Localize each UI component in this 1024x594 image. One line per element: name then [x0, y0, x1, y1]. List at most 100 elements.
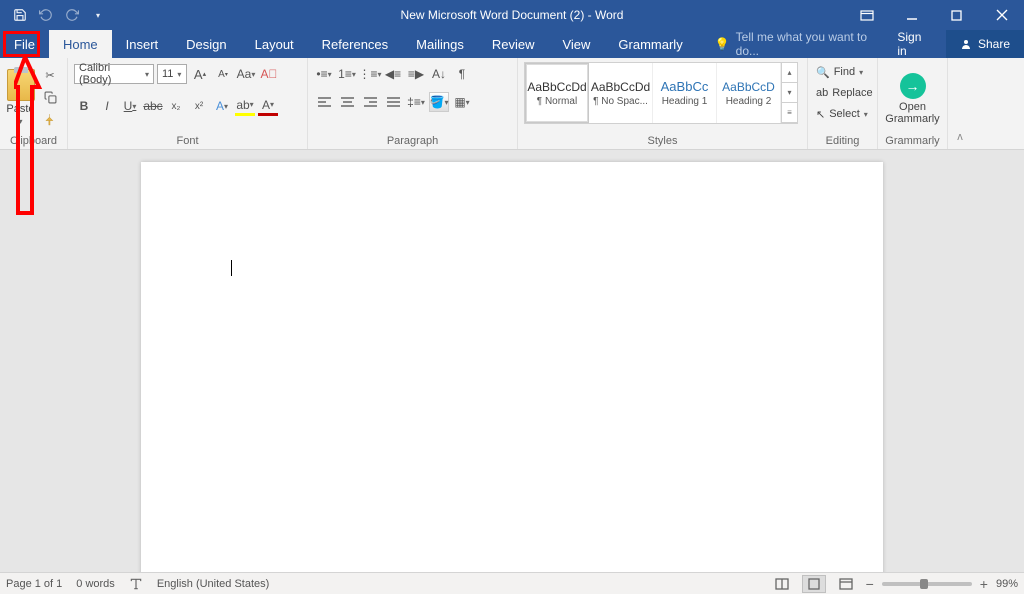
- tab-review[interactable]: Review: [478, 30, 549, 58]
- underline-button[interactable]: U▾: [120, 96, 140, 116]
- superscript-button[interactable]: x²: [189, 96, 209, 116]
- line-spacing-icon[interactable]: ‡≡▾: [406, 92, 426, 112]
- styles-group-label: Styles: [524, 133, 801, 147]
- print-layout-icon[interactable]: [802, 575, 826, 593]
- grammarly-icon: →: [900, 73, 926, 99]
- strikethrough-button[interactable]: abc: [143, 96, 163, 116]
- editing-group-label: Editing: [814, 133, 871, 147]
- group-paragraph: •≡▾ 1≡▾ ⋮≡▾ ◀≡ ≡▶ A↓ ¶ ‡≡▾ 🪣▾ ▦▾ Paragra…: [308, 58, 518, 149]
- grow-font-icon[interactable]: A▴: [190, 64, 210, 84]
- spell-check-icon[interactable]: [129, 577, 143, 591]
- document-page[interactable]: [141, 162, 883, 572]
- tab-view[interactable]: View: [548, 30, 604, 58]
- tab-design[interactable]: Design: [172, 30, 240, 58]
- sign-in-link[interactable]: Sign in: [883, 30, 946, 58]
- font-group-label: Font: [74, 133, 301, 147]
- justify-icon[interactable]: [383, 92, 403, 112]
- cut-icon[interactable]: ✂: [39, 67, 61, 85]
- save-icon[interactable]: [8, 3, 32, 27]
- zoom-out-icon[interactable]: −: [866, 576, 874, 592]
- replace-button[interactable]: abReplace: [814, 83, 871, 103]
- tab-layout[interactable]: Layout: [241, 30, 308, 58]
- copy-icon[interactable]: [39, 89, 61, 107]
- styles-gallery: AaBbCcDd ¶ Normal AaBbCcDd ¶ No Spac... …: [524, 62, 798, 124]
- chevron-down-icon: ▾: [18, 117, 22, 126]
- tab-insert[interactable]: Insert: [112, 30, 173, 58]
- minimize-icon[interactable]: [889, 0, 934, 30]
- group-clipboard: Paste ▾ ✂ Clipboard: [0, 58, 68, 149]
- share-icon: [960, 38, 972, 50]
- ribbon-display-icon[interactable]: [844, 0, 889, 30]
- select-button[interactable]: ↖Select▾: [814, 104, 871, 124]
- decrease-indent-icon[interactable]: ◀≡: [383, 64, 403, 84]
- style-no-spacing[interactable]: AaBbCcDd ¶ No Spac...: [589, 63, 653, 123]
- gallery-more-icon[interactable]: ≡: [782, 103, 797, 123]
- numbering-icon[interactable]: 1≡▾: [337, 64, 357, 84]
- zoom-level[interactable]: 99%: [996, 578, 1018, 590]
- lightbulb-icon: 💡: [715, 37, 730, 51]
- maximize-icon[interactable]: [934, 0, 979, 30]
- undo-icon[interactable]: [34, 3, 58, 27]
- paragraph-group-label: Paragraph: [314, 133, 511, 147]
- qat-dropdown-icon[interactable]: ▾: [86, 3, 110, 27]
- text-effects-icon[interactable]: A▾: [212, 96, 232, 116]
- collapse-ribbon-icon[interactable]: ʌ: [948, 58, 972, 149]
- format-painter-icon[interactable]: [39, 111, 61, 129]
- style-heading-2[interactable]: AaBbCcD Heading 2: [717, 63, 781, 123]
- subscript-button[interactable]: x₂: [166, 96, 186, 116]
- gallery-down-icon[interactable]: ▾: [782, 83, 797, 103]
- tab-references[interactable]: References: [308, 30, 402, 58]
- increase-indent-icon[interactable]: ≡▶: [406, 64, 426, 84]
- highlight-color-icon[interactable]: ab▾: [235, 96, 255, 116]
- read-mode-icon[interactable]: [770, 575, 794, 593]
- window-controls: [844, 0, 1024, 30]
- multilevel-list-icon[interactable]: ⋮≡▾: [360, 64, 380, 84]
- tab-file[interactable]: File: [0, 30, 49, 58]
- align-left-icon[interactable]: [314, 92, 334, 112]
- tab-grammarly[interactable]: Grammarly: [604, 30, 696, 58]
- redo-icon[interactable]: [60, 3, 84, 27]
- zoom-in-icon[interactable]: +: [980, 576, 988, 592]
- share-button[interactable]: Share: [946, 30, 1024, 58]
- find-button[interactable]: 🔍Find▾: [814, 62, 871, 82]
- replace-icon: ab: [816, 87, 828, 99]
- open-grammarly-button[interactable]: → Open Grammarly: [884, 71, 941, 125]
- shading-icon[interactable]: 🪣▾: [429, 92, 449, 112]
- align-right-icon[interactable]: [360, 92, 380, 112]
- tab-home[interactable]: Home: [49, 30, 112, 58]
- font-name-select[interactable]: Calibri (Body)▾: [74, 64, 154, 84]
- share-label: Share: [978, 37, 1010, 51]
- zoom-thumb[interactable]: [920, 579, 928, 589]
- word-count[interactable]: 0 words: [76, 578, 115, 590]
- group-grammarly: → Open Grammarly Grammarly: [878, 58, 948, 149]
- gallery-up-icon[interactable]: ▴: [782, 63, 797, 83]
- page-indicator[interactable]: Page 1 of 1: [6, 578, 62, 590]
- tab-mailings[interactable]: Mailings: [402, 30, 478, 58]
- clear-formatting-icon[interactable]: A⃠: [259, 64, 279, 84]
- borders-icon[interactable]: ▦▾: [452, 92, 472, 112]
- paste-button[interactable]: Paste ▾: [6, 62, 35, 133]
- change-case-icon[interactable]: Aa▾: [236, 64, 256, 84]
- style-normal[interactable]: AaBbCcDd ¶ Normal: [525, 63, 589, 123]
- align-center-icon[interactable]: [337, 92, 357, 112]
- group-styles: AaBbCcDd ¶ Normal AaBbCcDd ¶ No Spac... …: [518, 58, 808, 149]
- font-size-select[interactable]: 11▾: [157, 64, 187, 84]
- shrink-font-icon[interactable]: A▾: [213, 64, 233, 84]
- gallery-scroll: ▴ ▾ ≡: [781, 63, 797, 123]
- style-heading-1[interactable]: AaBbCc Heading 1: [653, 63, 717, 123]
- bullets-icon[interactable]: •≡▾: [314, 64, 334, 84]
- tell-me-search[interactable]: 💡 Tell me what you want to do...: [715, 30, 884, 58]
- italic-button[interactable]: I: [97, 96, 117, 116]
- sort-icon[interactable]: A↓: [429, 64, 449, 84]
- web-layout-icon[interactable]: [834, 575, 858, 593]
- show-marks-icon[interactable]: ¶: [452, 64, 472, 84]
- group-editing: 🔍Find▾ abReplace ↖Select▾ Editing: [808, 58, 878, 149]
- font-color-icon[interactable]: A▾: [258, 96, 278, 116]
- language-indicator[interactable]: English (United States): [157, 578, 270, 590]
- clipboard-group-label: Clipboard: [6, 133, 61, 147]
- close-icon[interactable]: [979, 0, 1024, 30]
- cursor-icon: ↖: [816, 108, 825, 121]
- bold-button[interactable]: B: [74, 96, 94, 116]
- zoom-slider[interactable]: [882, 582, 972, 586]
- text-cursor: [231, 260, 232, 276]
